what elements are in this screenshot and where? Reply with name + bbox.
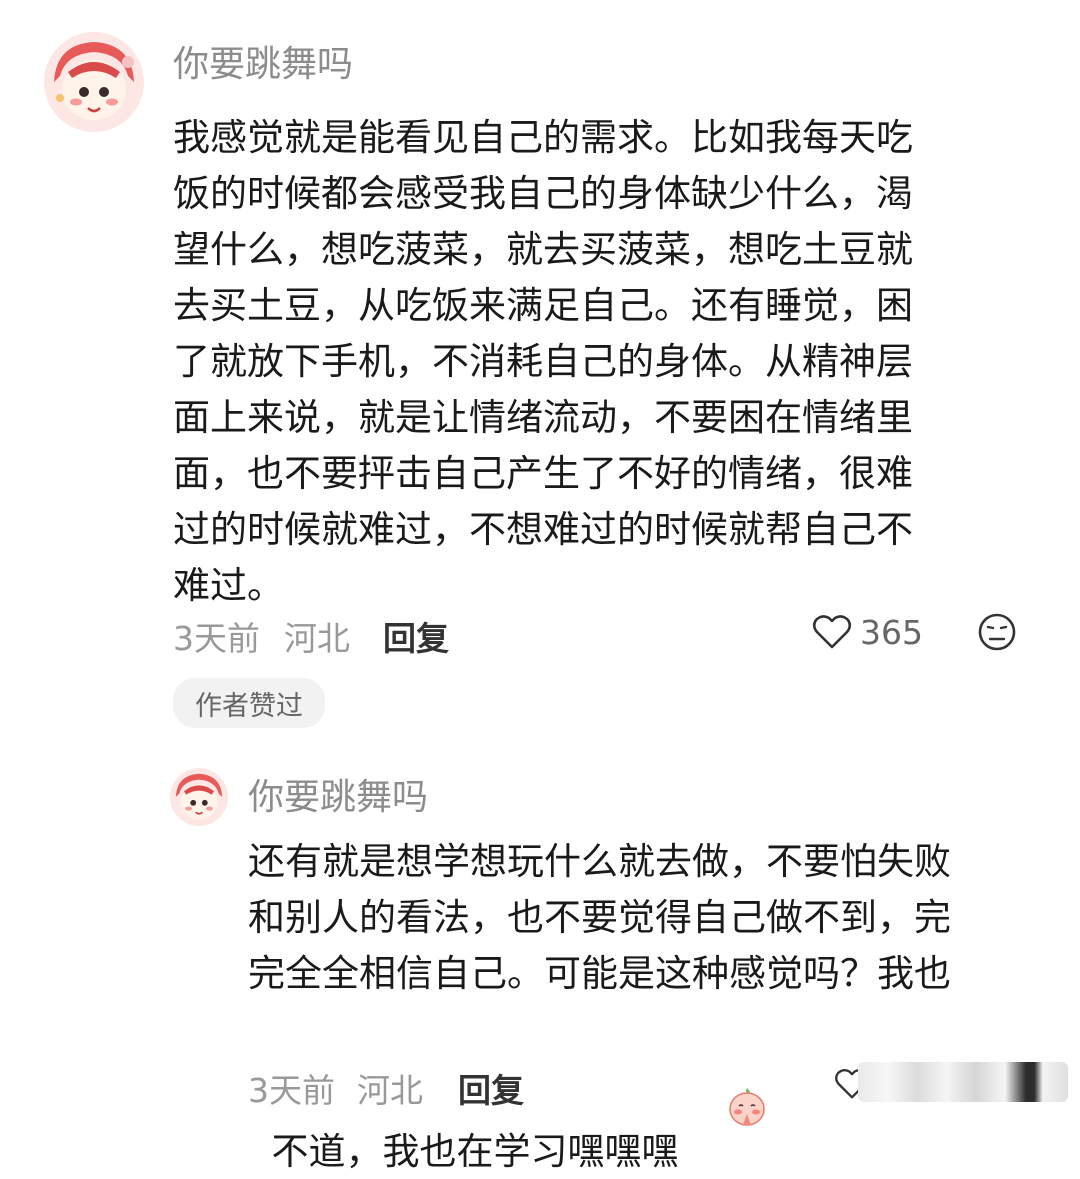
comment-line-9: 难过。 [173,564,284,607]
obscured-region [858,1062,1068,1102]
reply-username[interactable]: 你要跳舞吗 [248,768,428,820]
reply-line-4-text: 不道，我也在学习嘿嘿嘿 [271,1130,679,1173]
comment-line-7: 面，也不要抨击自己产生了不好的情绪，很难 [173,452,913,495]
reply-time: 3天前 [248,1071,335,1110]
reply-line-3: 完全全相信自己。可能是这种感觉吗？我也 [248,952,951,995]
heart-outline-icon [812,614,852,650]
comment-line-8: 过的时候就难过，不想难过的时候就帮自己不 [173,508,913,551]
comment-like-count: 365 [860,612,923,652]
author-liked-badge: 作者赞过 [173,678,325,728]
avatar-illustration [44,32,144,132]
reply-location: 河北 [357,1071,423,1110]
comment-like-button[interactable]: 365 [812,610,923,654]
reply-avatar[interactable] [170,768,228,826]
neutral-face-icon[interactable] [977,612,1017,652]
comment-time: 3天前 [173,619,260,658]
comment-line-4: 去买土豆，从吃饭来满足自己。还有睡觉，困 [173,284,913,327]
avatar-illustration [170,768,228,826]
comment-line-5: 了就放下手机，不消耗自己的身体。从精神层 [173,340,913,383]
reply-line-2: 和别人的看法，也不要觉得自己做不到，完 [248,896,951,939]
comment-line-3: 望什么，想吃菠菜，就去买菠菜，想吃土豆就 [173,228,913,271]
blushing-pray-emoji-icon [679,1042,765,1126]
reply-line-1: 还有就是想学想玩什么就去做，不要怕失败 [248,840,951,883]
comment-line-1: 我感觉就是能看见自己的需求。比如我每天吃 [173,116,913,159]
comment-location: 河北 [284,619,350,658]
comment-line-6: 面上来说，就是让情绪流动，不要困在情绪里 [173,396,913,439]
comment-line-2: 饭的时候都会感受我自己的身体缺少什么，渴 [173,172,913,215]
comment-reply-button[interactable]: 回复 [383,612,449,660]
commenter-avatar[interactable] [44,32,144,132]
reply-reply-button[interactable]: 回复 [458,1064,524,1112]
commenter-username[interactable]: 你要跳舞吗 [173,35,353,87]
